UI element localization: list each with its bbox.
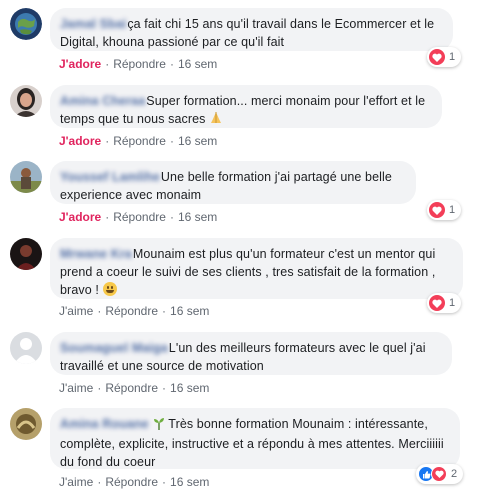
like-button[interactable]: J'aime xyxy=(59,381,93,395)
reaction-summary[interactable]: 1 xyxy=(427,200,462,220)
grinning-face-emoji-icon xyxy=(102,282,117,296)
reaction-count: 1 xyxy=(449,51,456,63)
timestamp[interactable]: 16 sem xyxy=(170,304,209,318)
comment-actions: J'adore · Répondre · 16 sem xyxy=(59,210,218,224)
comment-bubble: Jamal Sbaiça fait chi 15 ans qu'il trava… xyxy=(50,8,453,51)
reply-button[interactable]: Répondre xyxy=(105,381,158,395)
adore-button[interactable]: J'adore xyxy=(59,57,101,71)
author-name[interactable]: Soumaguel Maiga xyxy=(60,341,168,355)
comment-actions: J'aime · Répondre · 16 sem xyxy=(59,475,210,489)
heart-icon xyxy=(429,295,445,311)
author-name[interactable]: Amina Rouane xyxy=(60,417,149,431)
timestamp[interactable]: 16 sem xyxy=(170,475,209,489)
reply-button[interactable]: Répondre xyxy=(113,134,166,148)
comment-actions: J'adore · Répondre · 16 sem xyxy=(59,57,218,71)
heart-icon xyxy=(431,466,447,482)
timestamp[interactable]: 16 sem xyxy=(178,210,217,224)
timestamp[interactable]: 16 sem xyxy=(170,381,209,395)
reaction-summary[interactable]: 2 xyxy=(416,464,464,484)
reply-button[interactable]: Répondre xyxy=(105,304,158,318)
comment-bubble: Youssef LamliheUne belle formation j'ai … xyxy=(50,161,416,204)
heart-icon xyxy=(429,49,445,65)
adore-button[interactable]: J'adore xyxy=(59,210,101,224)
author-name[interactable]: Amina Cheraa xyxy=(60,94,145,108)
comment-actions: J'aime · Répondre · 16 sem xyxy=(59,381,210,395)
reply-button[interactable]: Répondre xyxy=(113,57,166,71)
timestamp[interactable]: 16 sem xyxy=(178,134,217,148)
heart-icon xyxy=(429,202,445,218)
reply-button[interactable]: Répondre xyxy=(113,210,166,224)
author-name[interactable]: Jamal Sbai xyxy=(60,17,126,31)
seedling-emoji-icon xyxy=(153,417,165,435)
comment-bubble: Amina Rouane Très bonne formation Mounai… xyxy=(50,408,460,469)
comment-bubble: Amina CheraaSuper formation... merci mon… xyxy=(50,85,442,128)
adore-button[interactable]: J'adore xyxy=(59,134,101,148)
avatar[interactable] xyxy=(10,408,42,440)
reply-button[interactable]: Répondre xyxy=(105,475,158,489)
reaction-count: 1 xyxy=(449,204,456,216)
comment-bubble: Soumaguel MaigaL'un des meilleurs format… xyxy=(50,332,452,375)
reaction-summary[interactable]: 1 xyxy=(427,293,462,313)
avatar[interactable] xyxy=(10,85,42,117)
avatar[interactable] xyxy=(10,8,42,40)
comment-actions: J'aime · Répondre · 16 sem xyxy=(59,304,210,318)
avatar[interactable] xyxy=(10,332,42,364)
timestamp[interactable]: 16 sem xyxy=(178,57,217,71)
comment-actions: J'adore · Répondre · 16 sem xyxy=(59,134,218,148)
avatar[interactable] xyxy=(10,238,42,270)
avatar[interactable] xyxy=(10,161,42,193)
comment-bubble: Mrwane KraMounaim est plus qu'un formate… xyxy=(50,238,463,299)
reaction-summary[interactable]: 1 xyxy=(427,47,462,67)
author-name[interactable]: Youssef Lamlihe xyxy=(60,170,160,184)
like-button[interactable]: J'aime xyxy=(59,475,93,489)
reaction-count: 1 xyxy=(449,297,456,309)
folded-hands-emoji-icon xyxy=(209,111,223,130)
author-name[interactable]: Mrwane Kra xyxy=(60,247,132,261)
like-button[interactable]: J'aime xyxy=(59,304,93,318)
reaction-count: 2 xyxy=(451,468,458,480)
